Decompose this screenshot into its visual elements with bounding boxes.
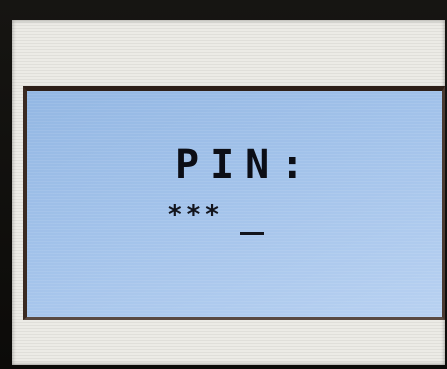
pin-dialog: PIN: *** <box>23 86 445 320</box>
pin-input-cursor <box>240 232 264 235</box>
device-bezel: PIN: *** <box>0 0 447 369</box>
pin-prompt-label: PIN: <box>175 142 316 188</box>
lcd-screen: PIN: *** <box>12 20 445 365</box>
pin-input-masked[interactable]: *** <box>167 202 223 228</box>
